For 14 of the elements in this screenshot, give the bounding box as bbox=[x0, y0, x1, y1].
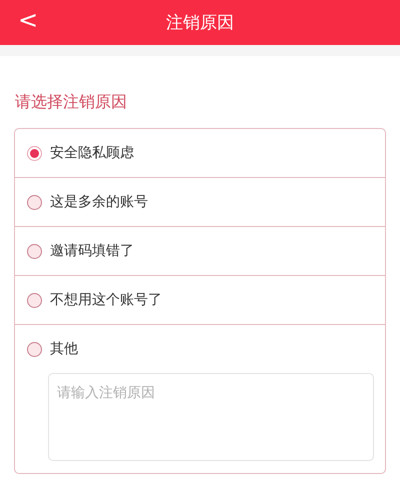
reason-option[interactable]: 安全隐私顾虑 bbox=[15, 129, 385, 177]
page-title: 注销原因 bbox=[166, 12, 234, 34]
reason-option[interactable]: 这是多余的账号 bbox=[15, 178, 385, 226]
radio-button[interactable] bbox=[27, 292, 42, 308]
radio-button[interactable] bbox=[27, 194, 42, 210]
reason-input-field[interactable]: 请输入注销原因 bbox=[48, 373, 374, 461]
reason-option[interactable]: 不想用这个账号了 bbox=[15, 276, 385, 324]
reason-option[interactable]: 邀请码填错了 bbox=[15, 227, 385, 275]
radio-button[interactable] bbox=[27, 146, 42, 160]
radio-button[interactable] bbox=[27, 244, 42, 258]
radio-button[interactable] bbox=[27, 342, 42, 356]
reason-option[interactable]: 其他 bbox=[15, 325, 385, 373]
section-title: 请选择注销原因 bbox=[14, 91, 128, 113]
back-button[interactable]: < bbox=[12, 6, 44, 34]
